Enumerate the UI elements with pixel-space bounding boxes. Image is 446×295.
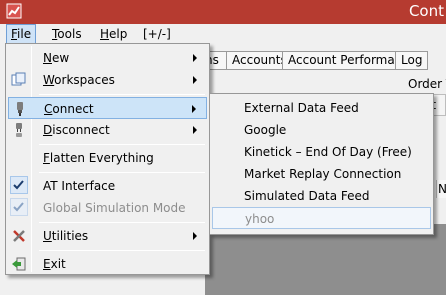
connect-submenu: External Data Feed Google Kinetick – End… xyxy=(209,93,434,235)
menu-tools-rest: ools xyxy=(57,27,82,41)
connect-yhoo[interactable]: yhoo xyxy=(212,207,431,229)
file-menu-flatten-everything[interactable]: Flatten Everything xyxy=(8,147,207,169)
file-menu-connect[interactable]: Connect xyxy=(8,97,207,119)
file-menu-utilities-label: Utilities xyxy=(43,228,88,244)
window-title: Cont xyxy=(408,2,444,20)
connect-market-replay[interactable]: Market Replay Connection xyxy=(212,163,431,185)
submenu-arrow-icon xyxy=(193,76,197,84)
submenu-arrow-icon xyxy=(193,126,197,134)
connect-item-label: Kinetick – End Of Day (Free) xyxy=(244,145,412,159)
file-menu-flatten-rest: latten Everything xyxy=(49,151,154,165)
menu-help-rest: elp xyxy=(109,27,128,41)
submenu-arrow-icon xyxy=(193,54,197,62)
connect-item-label: Simulated Data Feed xyxy=(244,189,370,203)
tab-log[interactable]: Log xyxy=(395,51,429,70)
menu-separator xyxy=(39,172,205,173)
app-icon[interactable] xyxy=(6,3,22,19)
file-menu-at-interface[interactable]: AT Interface xyxy=(8,175,207,197)
connect-google[interactable]: Google xyxy=(212,119,431,141)
submenu-arrow-icon xyxy=(193,232,197,240)
checkmark-icon xyxy=(10,198,28,216)
file-menu-global-simulation-label: Global Simulation Mode xyxy=(43,201,186,215)
menu-file-rest: ile xyxy=(17,27,32,41)
menu-expand-collapse[interactable]: [+/-] xyxy=(138,24,176,44)
file-menu-workspaces[interactable]: Workspaces xyxy=(8,69,207,91)
menu-bar: File Tools Help [+/-] xyxy=(0,24,446,44)
file-menu-at-interface-label: AT Interface xyxy=(43,179,116,193)
file-menu-utilities-accel: U xyxy=(43,229,52,243)
file-menu-new-rest: ew xyxy=(51,51,70,65)
file-menu-new-accel: N xyxy=(43,51,52,65)
tools-icon xyxy=(13,230,25,242)
connect-item-label: Market Replay Connection xyxy=(244,167,402,181)
exit-icon xyxy=(12,257,26,271)
menu-separator xyxy=(39,222,205,223)
file-menu-disconnect-label: Disconnect xyxy=(43,122,110,138)
connect-item-label: Google xyxy=(244,123,287,137)
menu-tools[interactable]: Tools xyxy=(47,24,87,44)
file-menu-flatten-accel: F xyxy=(43,151,50,165)
menu-help[interactable]: Help xyxy=(95,24,132,44)
file-menu-utilities[interactable]: Utilities xyxy=(8,225,207,247)
menu-separator xyxy=(39,250,205,251)
file-menu-disconnect-rest: isconnect xyxy=(52,123,110,137)
menu-file[interactable]: File xyxy=(6,24,37,44)
connect-item-label: External Data Feed xyxy=(244,101,359,115)
plug-icon xyxy=(17,102,23,116)
file-menu-new-label: New xyxy=(43,50,69,66)
connect-kinetick[interactable]: Kinetick – End Of Day (Free) xyxy=(212,141,431,163)
file-menu-exit-accel: E xyxy=(43,257,51,271)
file-menu-disconnect-accel: D xyxy=(43,123,53,137)
file-menu-disconnect[interactable]: Disconnect xyxy=(8,119,207,141)
file-menu-exit[interactable]: Exit xyxy=(8,253,207,275)
order-label: Order T xyxy=(408,77,446,91)
submenu-arrow-icon xyxy=(192,105,196,113)
file-menu: New Workspaces Connect Disconnect Flatte… xyxy=(5,43,210,275)
connect-simulated-data-feed[interactable]: Simulated Data Feed xyxy=(212,185,431,207)
file-menu-workspaces-label: Workspaces xyxy=(43,72,115,88)
menu-separator xyxy=(39,94,205,95)
unplug-icon xyxy=(16,123,22,137)
title-bar[interactable]: Cont xyxy=(0,0,446,24)
file-menu-connect-rest: onnect xyxy=(52,102,94,116)
file-menu-connect-label: Connect xyxy=(44,101,94,117)
file-menu-exit-label: Exit xyxy=(43,256,66,272)
connect-external-data-feed[interactable]: External Data Feed xyxy=(212,97,431,119)
file-menu-utilities-rest: tilities xyxy=(51,229,89,243)
checkmark-icon xyxy=(10,176,28,194)
file-menu-flatten-label: Flatten Everything xyxy=(43,150,154,166)
column-header-name[interactable]: Na xyxy=(436,180,446,198)
file-menu-global-simulation-mode[interactable]: Global Simulation Mode xyxy=(8,197,207,219)
menu-help-accel: H xyxy=(100,27,110,41)
file-menu-exit-rest: xit xyxy=(50,257,66,271)
file-menu-workspaces-rest: orkspaces xyxy=(54,73,115,87)
file-menu-workspaces-accel: W xyxy=(43,73,55,87)
workspaces-icon xyxy=(11,72,26,86)
connect-item-label: yhoo xyxy=(245,212,275,226)
menu-separator xyxy=(39,144,205,145)
file-menu-new[interactable]: New xyxy=(8,47,207,69)
